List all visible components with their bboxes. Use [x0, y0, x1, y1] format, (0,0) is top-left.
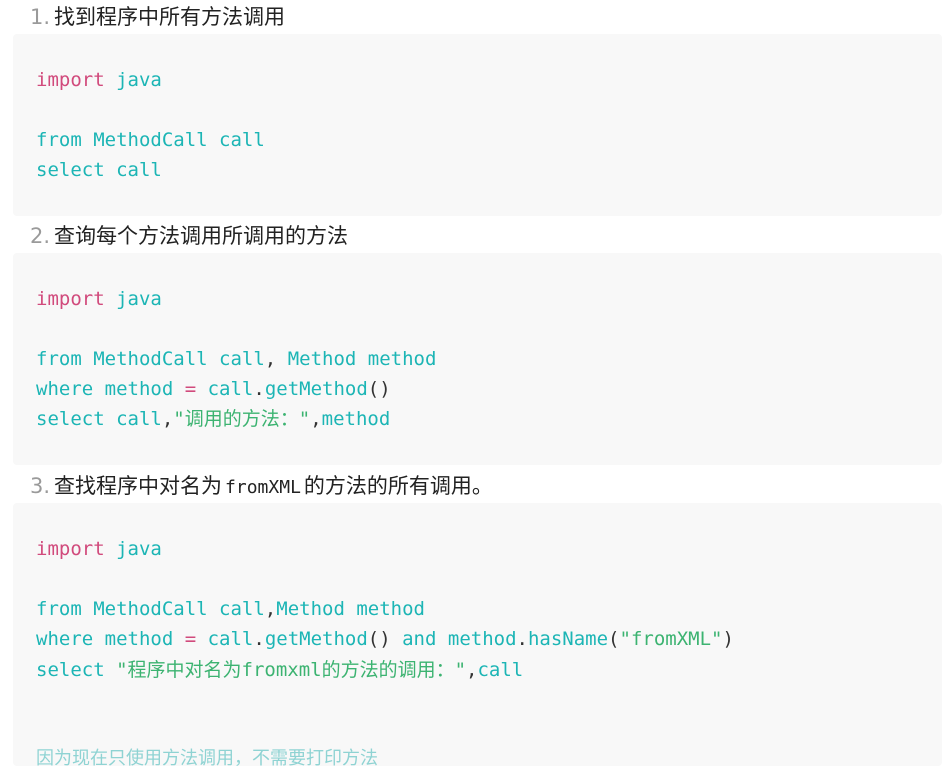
code-string: "调用的方法：" — [173, 408, 311, 430]
code-line: import java — [36, 534, 162, 564]
item-2-heading-text: 查询每个方法调用所调用的方法 — [54, 224, 349, 248]
code-keyword: select — [36, 159, 105, 181]
code-token: MethodCall call — [81, 598, 265, 620]
code-keyword: select — [36, 659, 105, 681]
code-punct: , — [161, 408, 174, 430]
code-punct: ( — [608, 628, 620, 650]
code-token: method — [321, 408, 391, 430]
code-token: method — [93, 628, 185, 650]
code-block-2: import java from MethodCall call, Method… — [13, 253, 942, 465]
code-function: getMethod — [264, 628, 368, 650]
code-keyword: import — [36, 538, 105, 560]
code-keyword: from — [36, 348, 82, 370]
item-1-heading: 1. 找到程序中所有方法调用 — [30, 0, 285, 34]
item-3-heading-text: 查找程序中对名为 — [54, 474, 223, 498]
code-token: Method method — [276, 348, 437, 370]
code-token: call — [104, 408, 162, 430]
code-function: getMethod — [264, 378, 368, 400]
code-token: call — [477, 659, 524, 681]
inline-code: fromXML — [225, 477, 301, 498]
code-string: "fromXML" — [619, 628, 723, 650]
code-punct: , — [310, 408, 322, 430]
code-line: from MethodCall call, Method method — [36, 344, 436, 374]
code-keyword: and — [390, 628, 437, 650]
code-token: call — [196, 378, 254, 400]
code-function: hasName — [527, 628, 609, 650]
item-1-heading-text: 找到程序中所有方法调用 — [54, 5, 286, 29]
code-keyword: where — [36, 628, 94, 650]
code-punct: . — [253, 378, 265, 400]
code-punct: , — [264, 598, 277, 620]
code-line: where method = call.getMethod() — [36, 374, 391, 404]
code-line: select "程序中对名为fromxml的方法的调用：",call — [36, 655, 523, 685]
code-token: method — [93, 378, 185, 400]
code-punct: () — [367, 628, 391, 650]
code-keyword: import — [36, 288, 105, 310]
code-block-3: import java from MethodCall call,Method … — [13, 503, 942, 769]
code-line: select call — [36, 155, 162, 185]
code-line: import java — [36, 284, 162, 314]
code-keyword: from — [36, 598, 82, 620]
code-punct: . — [516, 628, 528, 650]
code-keyword: select — [36, 408, 105, 430]
code-line: from MethodCall call,Method method — [36, 594, 425, 624]
code-punct: , — [264, 348, 277, 370]
code-token: java — [104, 288, 162, 310]
code-token: MethodCall call — [81, 129, 265, 151]
code-token: java — [104, 69, 162, 91]
item-2-heading: 2. 查询每个方法调用所调用的方法 — [30, 219, 348, 253]
code-line: where method = call.getMethod() and meth… — [36, 624, 734, 654]
code-line: import java — [36, 65, 162, 95]
code-block-1: import java from MethodCall call select … — [13, 34, 942, 216]
code-punct: , — [466, 659, 478, 681]
code-token: call — [196, 628, 254, 650]
code-comment: 因为现在只使用方法调用，不需要打印方法 — [36, 748, 378, 769]
code-keyword: where — [36, 378, 94, 400]
code-token: call — [104, 159, 162, 181]
item-2-number: 2. — [30, 224, 51, 248]
code-token: java — [104, 538, 162, 560]
code-punct: . — [253, 628, 265, 650]
code-line: from MethodCall call — [36, 125, 265, 155]
code-token: MethodCall call — [81, 348, 265, 370]
code-operator: = — [184, 378, 197, 400]
code-operator: = — [184, 628, 197, 650]
code-keyword: from — [36, 129, 82, 151]
item-1-number: 1. — [30, 5, 51, 29]
code-punct: ) — [722, 628, 734, 650]
item-3-heading: 3. 查找程序中对名为 fromXML 的方法的所有调用。 — [30, 469, 493, 503]
code-keyword: import — [36, 69, 105, 91]
code-line: select call,"调用的方法：",method — [36, 404, 390, 434]
item-3-number: 3. — [30, 474, 51, 498]
code-token: method — [436, 628, 517, 650]
code-string: "程序中对名为fromxml的方法的调用：" — [104, 659, 467, 681]
item-3-heading-text-after: 的方法的所有调用。 — [303, 474, 493, 498]
code-punct: () — [367, 378, 391, 400]
code-token: Method method — [276, 598, 425, 620]
